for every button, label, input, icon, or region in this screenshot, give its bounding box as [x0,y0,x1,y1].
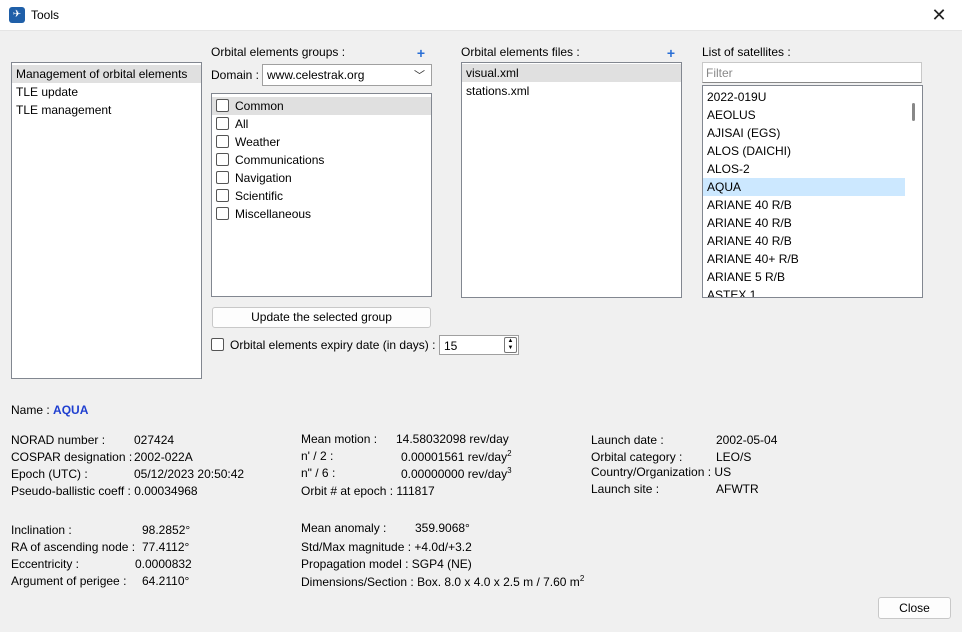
file-item[interactable]: stations.xml [462,82,681,100]
checkbox[interactable] [216,99,229,112]
name-value: AQUA [53,403,89,417]
expiry-label: Orbital elements expiry date (in days) : [230,338,436,352]
add-group-plus-icon[interactable]: + [415,46,427,60]
satellite-item[interactable]: AJISAI (EGS) [703,124,905,142]
satellite-item[interactable]: ARIANE 40 R/B [703,196,905,214]
groups-list: Common All Weather Communications Naviga… [211,93,432,297]
satellite-item[interactable]: ARIANE 40+ R/B [703,250,905,268]
domain-label: Domain : [211,68,260,82]
satellite-filter-input[interactable] [702,62,922,83]
ballistic-row: Pseudo-ballistic coeff : 0.00034968 [11,484,198,498]
checkbox[interactable] [216,207,229,220]
model-row: Propagation model : SGP4 (NE) [301,557,472,571]
satellite-item[interactable]: ASTEX 1 [703,286,905,297]
window-title: Tools [31,8,60,22]
satellite-item[interactable]: ALOS-2 [703,160,905,178]
tools-nav-list: Management of orbital elements TLE updat… [11,62,202,379]
domain-select-value: www.celestrak.org [267,68,365,82]
satellite-item[interactable]: ARIANE 40 R/B [703,232,905,250]
satellites-label: List of satellites : [702,45,791,59]
satellites-scrollbar[interactable] [905,86,922,297]
satellite-item[interactable]: AEOLUS [703,106,905,124]
files-list: visual.xml stations.xml [461,62,682,298]
app-icon: ✈ [9,7,25,23]
close-button[interactable]: Close [878,597,951,619]
nav-item-orbital-elements[interactable]: Management of orbital elements [12,65,201,83]
chevron-down-icon: ﹀ [414,70,425,82]
satellites-list: 2022-019U AEOLUS AJISAI (EGS) ALOS (DAIC… [702,85,923,298]
name-row: Name : AQUA [11,403,88,417]
window-close-icon[interactable]: ✕ [916,0,962,31]
spinner-arrows-icon[interactable]: ▲ ▼ [504,337,517,353]
satellite-item[interactable]: ARIANE 5 R/B [703,268,905,286]
group-item[interactable]: Communications [212,151,431,169]
checkbox[interactable] [216,153,229,166]
country-row: Country/Organization : US [591,465,732,479]
title-bar: ✈ Tools ✕ [0,0,962,31]
magnitude-row: Std/Max magnitude : +4.0d/+3.2 [301,540,472,554]
add-file-plus-icon[interactable]: + [665,46,677,60]
checkbox[interactable] [216,171,229,184]
orbit-row: Orbit # at epoch : 111817 [301,484,435,498]
files-label: Orbital elements files : [461,45,580,59]
satellite-item[interactable]: ARIANE 40 R/B [703,214,905,232]
group-item[interactable]: Weather [212,133,431,151]
groups-label: Orbital elements groups : [211,45,346,59]
update-group-button[interactable]: Update the selected group [212,307,431,328]
expiry-days-value: 15 [444,339,458,353]
nav-item-tle-management[interactable]: TLE management [12,101,201,119]
expiry-days-spinner[interactable]: 15 ▲ ▼ [439,335,519,355]
expiry-row: Orbital elements expiry date (in days) : [211,338,435,352]
domain-select[interactable]: www.celestrak.org ﹀ [262,64,432,86]
scrollbar-thumb[interactable] [912,103,915,121]
group-item[interactable]: Common [212,97,431,115]
checkbox[interactable] [216,117,229,130]
name-label: Name : [11,403,50,417]
checkbox[interactable] [216,135,229,148]
satellite-item[interactable]: 2022-019U [703,88,905,106]
group-item[interactable]: Miscellaneous [212,205,431,223]
satellite-item[interactable]: AQUA [703,178,905,196]
filter-field[interactable] [703,63,921,82]
satellite-item[interactable]: ALOS (DAICHI) [703,142,905,160]
file-item[interactable]: visual.xml [462,64,681,82]
nav-item-tle-update[interactable]: TLE update [12,83,201,101]
dimensions-row: Dimensions/Section : Box. 8.0 x 4.0 x 2.… [301,574,585,589]
expiry-checkbox[interactable] [211,338,224,351]
group-item[interactable]: Navigation [212,169,431,187]
group-item[interactable]: All [212,115,431,133]
group-item[interactable]: Scientific [212,187,431,205]
checkbox[interactable] [216,189,229,202]
